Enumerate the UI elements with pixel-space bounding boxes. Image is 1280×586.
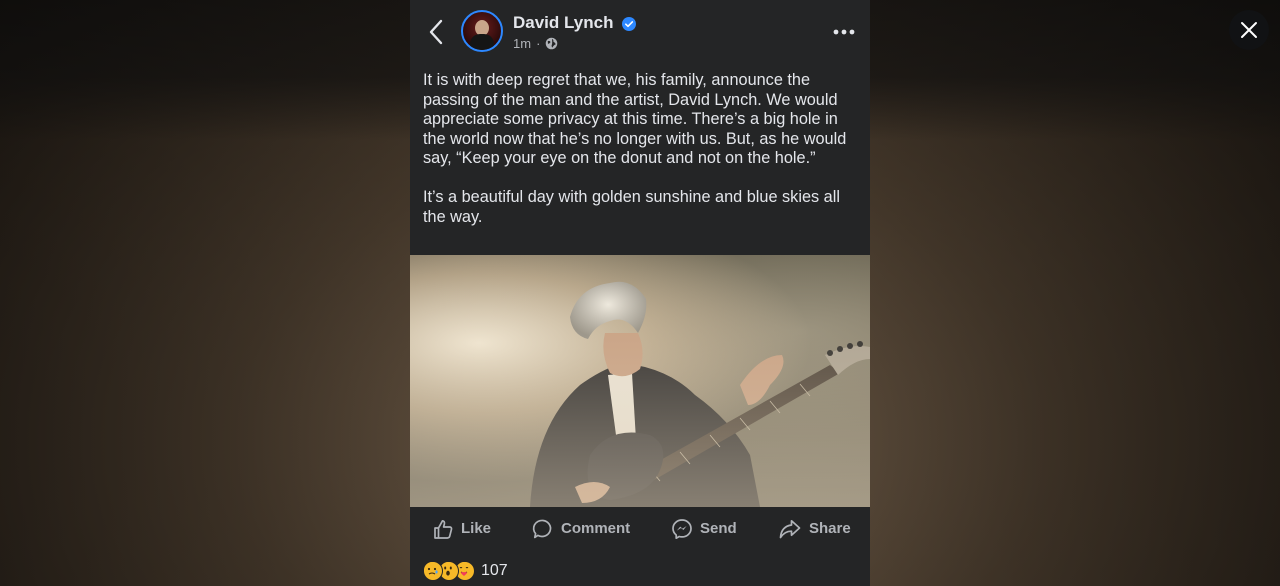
verified-badge-icon xyxy=(622,16,637,31)
author-name[interactable]: David Lynch xyxy=(513,13,637,33)
share-label: Share xyxy=(809,520,851,537)
comment-label: Comment xyxy=(561,520,631,537)
thumbs-up-icon xyxy=(434,519,453,539)
reactions-summary[interactable]: 107 xyxy=(423,559,508,583)
post-photo[interactable] xyxy=(410,255,870,507)
backdrop-right xyxy=(870,0,1280,586)
post-paragraph: It is with deep regret that we, his fami… xyxy=(423,71,847,167)
timestamp[interactable]: 1m xyxy=(513,36,531,51)
send-label: Send xyxy=(700,520,737,537)
like-button[interactable]: Like xyxy=(432,507,491,550)
comment-button[interactable]: Comment xyxy=(532,507,630,550)
globe-icon xyxy=(546,37,558,50)
comment-icon xyxy=(532,519,552,538)
post-card: David Lynch 1m · It is with deep regret … xyxy=(410,0,870,586)
more-options-button[interactable] xyxy=(830,20,858,44)
author-name-text: David Lynch xyxy=(513,13,614,32)
chevron-left-icon xyxy=(429,19,443,45)
post-actions: Like Comment Send Share xyxy=(410,507,870,550)
close-icon xyxy=(1241,22,1257,38)
meta-separator: · xyxy=(536,36,541,51)
reaction-count: 107 xyxy=(481,562,508,579)
photo-illustration xyxy=(410,255,870,507)
send-button[interactable]: Send xyxy=(671,507,737,550)
backdrop-left xyxy=(0,0,410,586)
close-button[interactable] xyxy=(1229,10,1269,50)
like-label: Like xyxy=(461,520,492,537)
sad-reaction-icon xyxy=(423,561,443,581)
messenger-icon xyxy=(672,518,692,539)
post-header: David Lynch 1m · xyxy=(410,0,870,64)
post-meta: 1m · xyxy=(513,36,558,51)
post-text: It is with deep regret that we, his fami… xyxy=(423,71,863,227)
more-options-icon xyxy=(833,29,855,35)
avatar[interactable] xyxy=(461,10,503,52)
share-button[interactable]: Share xyxy=(778,507,851,550)
post-paragraph: It’s a beautiful day with golden sunshin… xyxy=(423,188,840,226)
share-icon xyxy=(779,519,801,538)
back-button[interactable] xyxy=(424,16,448,48)
